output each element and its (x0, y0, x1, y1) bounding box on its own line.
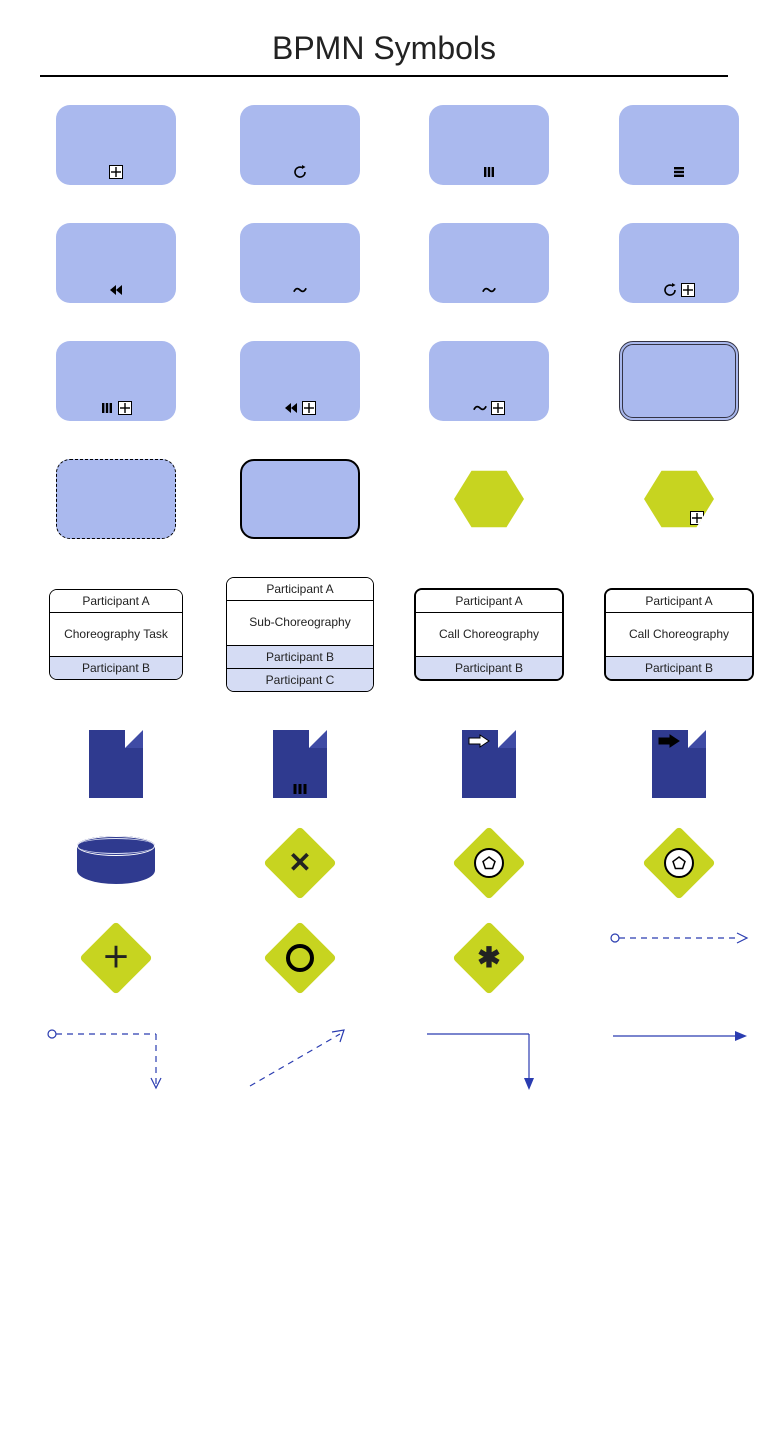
task-loop (240, 105, 360, 185)
sequence-branch-down (419, 1026, 559, 1086)
task-loop-subprocess (619, 223, 739, 303)
gateway-parallel: ＋ (90, 932, 142, 984)
task-adhoc-subprocess (429, 341, 549, 421)
collection-marker-icon (294, 784, 307, 794)
task-compensation-subprocess (240, 341, 360, 421)
task-sequential-mi (619, 105, 739, 185)
compensation-marker-icon (109, 283, 123, 297)
data-input (462, 730, 516, 798)
loop-marker-icon (663, 283, 677, 297)
input-arrow-icon (468, 734, 490, 753)
data-output (652, 730, 706, 798)
participant-top: Participant A (606, 590, 752, 613)
plusbox-marker-icon (491, 401, 505, 415)
participant-top: Participant A (227, 578, 373, 601)
call-choreography-1: Participant ACall ChoreographyParticipan… (414, 588, 564, 682)
participant-top: Participant A (50, 590, 182, 613)
pentagon-icon (664, 848, 694, 878)
compensation-marker-icon (284, 401, 298, 415)
task-subprocess (56, 105, 176, 185)
tilde-marker-icon (482, 283, 496, 297)
sequential-marker-icon (672, 165, 686, 179)
tilde-marker-icon (473, 401, 487, 415)
participant-bottom: Participant C (227, 669, 373, 691)
task-parallel-subprocess (56, 341, 176, 421)
gateway-symbol-icon: ✕ (288, 849, 311, 877)
choreography-name: Call Choreography (416, 613, 562, 658)
task-adhoc-1 (240, 223, 360, 303)
gateway-complex: ✱ (463, 932, 515, 984)
data-object-collection (273, 730, 327, 798)
parallel-marker-icon (482, 165, 496, 179)
plusbox-marker-icon (109, 165, 123, 179)
task-adhoc-2 (429, 223, 549, 303)
gateway-symbol-icon: ＋ (102, 944, 130, 972)
title-divider (40, 75, 728, 77)
loop-marker-icon (293, 165, 307, 179)
task-call-activity (240, 459, 360, 539)
call-choreography-2: Participant ACall ChoreographyParticipan… (604, 588, 754, 682)
participant-bottom: Participant B (606, 657, 752, 679)
task-event-subprocess (56, 459, 176, 539)
association-diagonal (230, 1026, 370, 1086)
data-object (89, 730, 143, 798)
plusbox-marker-icon (681, 283, 695, 297)
task-parallel-mi (429, 105, 549, 185)
circle-icon (286, 944, 314, 972)
gateway-event-2 (653, 837, 705, 889)
choreography-name: Call Choreography (606, 613, 752, 658)
gateway-exclusive: ✕ (274, 837, 326, 889)
gateway-symbol-icon: ✱ (477, 944, 500, 972)
task-transaction (619, 341, 739, 421)
data-store (77, 836, 155, 890)
participant-top: Participant A (416, 590, 562, 613)
business-rule (454, 469, 524, 529)
gateway-event-1 (463, 837, 515, 889)
association-branch-down (46, 1026, 186, 1086)
gateway-inclusive (274, 932, 326, 984)
page-title: BPMN Symbols (0, 30, 768, 67)
choreography-name: Sub-Choreography (227, 601, 373, 646)
parallel-marker-icon (100, 401, 114, 415)
message-flow (609, 928, 749, 988)
choreography-task: Participant AChoreography TaskParticipan… (49, 589, 183, 681)
sub-choreography: Participant ASub-ChoreographyParticipant… (226, 577, 374, 692)
business-rule-sub (644, 469, 714, 529)
output-arrow-icon (658, 734, 680, 753)
pentagon-icon (474, 848, 504, 878)
plusbox-marker-icon (302, 401, 316, 415)
choreography-name: Choreography Task (50, 613, 182, 658)
task-compensation (56, 223, 176, 303)
plusbox-marker-icon (118, 401, 132, 415)
participant-bottom: Participant B (227, 646, 373, 669)
sequence-flow (609, 1026, 749, 1086)
participant-bottom: Participant B (50, 657, 182, 679)
plusbox-marker-icon (690, 511, 704, 525)
participant-bottom: Participant B (416, 657, 562, 679)
tilde-marker-icon (293, 283, 307, 297)
